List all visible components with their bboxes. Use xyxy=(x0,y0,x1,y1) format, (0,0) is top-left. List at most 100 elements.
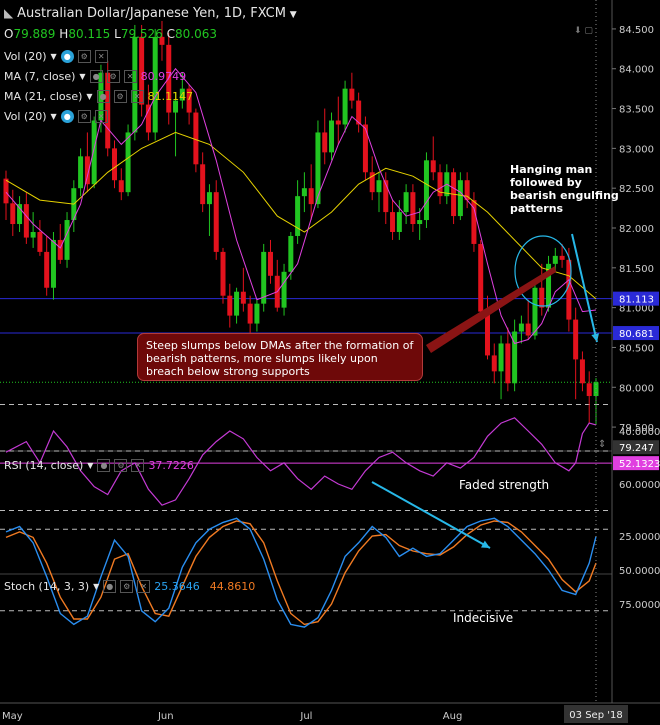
candle-body xyxy=(44,251,50,288)
settings-icon[interactable]: ⚙ xyxy=(77,50,91,63)
candle-body xyxy=(396,212,402,232)
stoch-tick-label: 50.0000 xyxy=(619,566,660,577)
candle-body xyxy=(498,343,504,372)
candle-body xyxy=(559,255,565,260)
price-badge-label: 79.247 xyxy=(619,443,654,454)
indicator-ma21[interactable]: MA (21, close) ▼ ● ⚙ ✕ 81.1147 xyxy=(4,90,193,103)
rsi-value: 37.7226 xyxy=(148,459,194,472)
stoch-tick-label: 25.0000 xyxy=(619,532,660,543)
symbol-title: Australian Dollar/Japanese Yen, 1D, FXCM xyxy=(17,6,286,21)
candle-body xyxy=(206,192,212,205)
settings-icon[interactable]: ⚙ xyxy=(120,580,134,593)
indicator-value: 80.9749 xyxy=(140,70,187,83)
stoch-legend[interactable]: Stoch (14, 3, 3) ▼ ● ⚙ ✕ 25.3646 44.8610 xyxy=(4,580,255,593)
eye-icon[interactable]: ● xyxy=(97,459,111,472)
settings-icon[interactable]: ⚙ xyxy=(114,459,128,472)
close-icon[interactable]: ✕ xyxy=(131,459,145,472)
candle-body xyxy=(518,323,524,332)
price-tick-label: 80.000 xyxy=(619,383,654,394)
settings-icon[interactable]: ⚙ xyxy=(77,110,91,123)
candle-body xyxy=(308,188,314,205)
candle-body xyxy=(30,231,36,238)
candle-body xyxy=(57,239,63,260)
indicator-vol-2[interactable]: Vol (20) ▼ ● ⚙ ✕ xyxy=(4,110,108,123)
collapse-icon[interactable]: ◣ xyxy=(4,6,13,20)
symbol-header[interactable]: ◣ Australian Dollar/Japanese Yen, 1D, FX… xyxy=(4,6,297,21)
candle-body xyxy=(3,178,9,204)
candle-body xyxy=(50,239,56,288)
indicator-vol-1[interactable]: Vol (20) ▼ ● ⚙ ✕ xyxy=(4,50,108,63)
chevron-down-icon[interactable]: ▼ xyxy=(86,92,92,101)
x-tick-label: Aug xyxy=(443,711,463,722)
candle-body xyxy=(125,132,131,193)
chevron-down-icon[interactable]: ▼ xyxy=(51,112,57,121)
candle-body xyxy=(505,343,511,384)
rsi-legend[interactable]: RSI (14, close) ▼ ● ⚙ ✕ 37.7226 xyxy=(4,459,194,472)
price-arrow-head xyxy=(591,333,599,342)
close-icon[interactable]: ✕ xyxy=(130,90,144,103)
candle-body xyxy=(247,303,253,324)
rsi-tick-label: 60.0000 xyxy=(619,480,660,491)
chevron-down-icon[interactable]: ▼ xyxy=(87,461,93,470)
stoch-d-value: 44.8610 xyxy=(209,580,256,593)
x-tick-label: May xyxy=(2,711,23,722)
ohlc-low-key: L xyxy=(114,27,121,41)
ohlc-high-key: H xyxy=(59,27,69,41)
candle-body xyxy=(301,188,307,197)
candle-body xyxy=(362,124,368,173)
price-tick-label: 84.000 xyxy=(619,65,654,76)
maximize-icon[interactable]: ▢ xyxy=(584,26,593,36)
ohlc-high: 80.115 xyxy=(68,27,111,41)
candle-body xyxy=(322,132,328,153)
chevron-down-icon[interactable]: ▼ xyxy=(79,72,85,81)
settings-icon[interactable]: ⚙ xyxy=(106,70,120,83)
indicator-ma7[interactable]: MA (7, close) ▼ ● ⚙ ✕ 80.9749 xyxy=(4,70,186,83)
candle-body xyxy=(200,164,206,205)
candle-body xyxy=(410,192,416,225)
candle-body xyxy=(586,383,592,397)
settings-icon[interactable]: ⚙ xyxy=(113,90,127,103)
panel-controls[interactable]: ⬇ ▢ xyxy=(574,26,593,36)
ohlc-low: 79.526 xyxy=(120,27,163,41)
candle-body xyxy=(220,251,226,296)
candle-body xyxy=(152,36,158,133)
chevron-down-icon[interactable]: ▼ xyxy=(51,52,57,61)
eye-icon[interactable]: ● xyxy=(60,110,74,123)
candle-body xyxy=(267,251,273,276)
candle-body xyxy=(423,160,429,221)
steep-slumps-note: Steep slumps below DMAs after the format… xyxy=(137,333,423,381)
close-icon[interactable]: ✕ xyxy=(94,50,108,63)
price-tick-label: 82.000 xyxy=(619,224,654,235)
eye-icon[interactable]: ● xyxy=(60,50,74,63)
stoch-k-value: 25.3646 xyxy=(154,580,200,593)
close-icon[interactable]: ✕ xyxy=(137,580,151,593)
price-tick-label: 80.500 xyxy=(619,343,654,354)
chevron-down-icon[interactable]: ▼ xyxy=(93,582,99,591)
ohlc-close: 80.063 xyxy=(175,27,218,41)
price-tick-label: 81.500 xyxy=(619,264,654,275)
candle-body xyxy=(193,112,199,165)
candle-body xyxy=(573,319,579,360)
candle-body xyxy=(281,271,287,308)
indicator-value: 81.1147 xyxy=(147,90,194,103)
resize-icon: ⇕ xyxy=(598,439,606,450)
price-tick-label: 83.500 xyxy=(619,105,654,116)
chevron-down-icon[interactable]: ▼ xyxy=(290,10,297,20)
rsi-tick-label: 40.0000 xyxy=(619,427,660,438)
eye-icon[interactable]: ● xyxy=(89,70,103,83)
ohlc-open: 79.889 xyxy=(13,27,56,41)
candle-body xyxy=(132,36,138,133)
arrow-down-icon[interactable]: ⬇ xyxy=(574,26,582,36)
eye-icon[interactable]: ● xyxy=(103,580,117,593)
indicator-label: Vol (20) xyxy=(4,110,47,123)
close-icon[interactable]: ✕ xyxy=(94,110,108,123)
candle-body xyxy=(78,156,84,189)
candle-body xyxy=(349,88,355,101)
indicator-label: MA (7, close) xyxy=(4,70,76,83)
eye-icon[interactable]: ● xyxy=(96,90,110,103)
close-icon[interactable]: ✕ xyxy=(123,70,137,83)
candle-body xyxy=(552,255,558,264)
candle-body xyxy=(484,311,490,356)
candle-body xyxy=(417,220,423,225)
candle-body xyxy=(227,295,233,316)
